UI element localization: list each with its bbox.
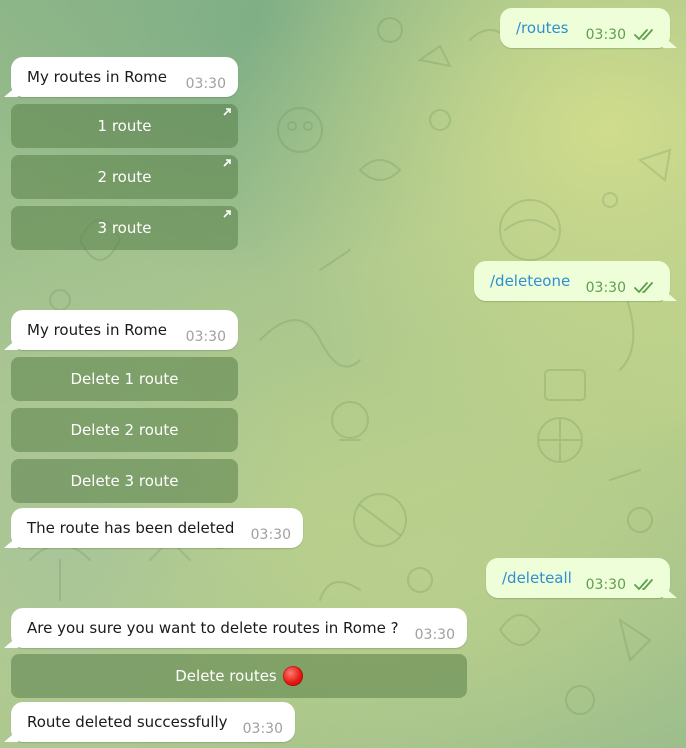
button-label: Delete routes	[175, 667, 277, 685]
message-text: My routes in Rome	[27, 68, 168, 86]
external-link-arrow-icon	[223, 159, 231, 167]
message-time: 03:30	[185, 76, 226, 92]
external-link-arrow-icon	[223, 210, 231, 218]
route-3-button[interactable]: 3 route	[11, 206, 238, 250]
button-label: Delete 1 route	[70, 370, 179, 388]
message-text: Route deleted successfully	[27, 713, 228, 731]
message-text[interactable]: /deleteone	[490, 271, 570, 291]
outgoing-message-routes: /routes 03:30	[500, 8, 670, 48]
incoming-message-deleted-successfully: Route deleted successfully 03:30	[11, 702, 295, 742]
button-label: 2 route	[97, 168, 152, 186]
message-time: 03:30	[250, 527, 291, 543]
outgoing-message-deleteone: /deleteone 03:30	[474, 261, 670, 301]
message-time: 03:30	[414, 627, 455, 643]
red-circle-icon	[282, 666, 303, 686]
button-label: Delete 2 route	[70, 421, 179, 439]
external-link-arrow-icon	[223, 108, 231, 116]
incoming-message-routes-list: My routes in Rome 03:30	[11, 57, 238, 97]
message-text[interactable]: /deleteall	[502, 568, 572, 588]
double-check-icon	[634, 282, 653, 293]
route-1-button[interactable]: 1 route	[11, 104, 238, 148]
button-label: 1 route	[97, 117, 152, 135]
message-time: 03:30	[185, 329, 226, 345]
outgoing-message-deleteall: /deleteall 03:30	[486, 558, 670, 598]
message-text[interactable]: /routes	[516, 18, 569, 38]
double-check-icon	[634, 579, 653, 590]
incoming-message-delete-list: My routes in Rome 03:30	[11, 310, 238, 350]
message-text: The route has been deleted	[27, 519, 235, 537]
double-check-icon	[634, 29, 653, 40]
button-label: 3 route	[97, 219, 152, 237]
route-2-button[interactable]: 2 route	[11, 155, 238, 199]
message-text: Are you sure you want to delete routes i…	[27, 619, 399, 637]
delete-route-3-button[interactable]: Delete 3 route	[11, 459, 238, 503]
incoming-message-confirm-delete: Are you sure you want to delete routes i…	[11, 608, 467, 648]
message-time: 03:30	[585, 280, 626, 296]
message-time: 03:30	[242, 721, 283, 737]
delete-route-1-button[interactable]: Delete 1 route	[11, 357, 238, 401]
message-time: 03:30	[585, 27, 626, 43]
message-time: 03:30	[585, 577, 626, 593]
delete-route-2-button[interactable]: Delete 2 route	[11, 408, 238, 452]
button-label: Delete 3 route	[70, 472, 179, 490]
message-text: My routes in Rome	[27, 321, 168, 339]
delete-routes-button[interactable]: Delete routes	[11, 654, 467, 698]
incoming-message-route-deleted: The route has been deleted 03:30	[11, 508, 303, 548]
